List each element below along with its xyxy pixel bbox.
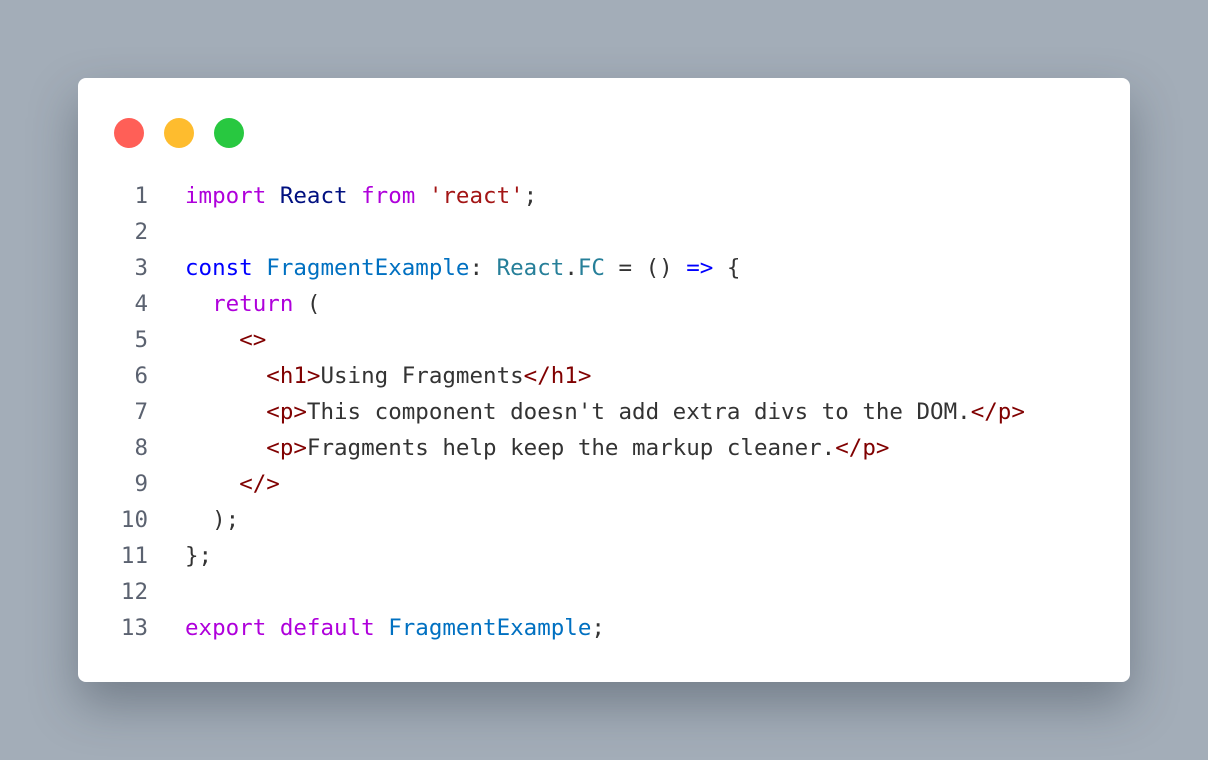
close-button[interactable] <box>114 118 144 148</box>
code-line: 3 const FragmentExample: React.FC = () =>… <box>78 250 1130 286</box>
code-text: <> <box>185 322 266 358</box>
code-token-keyword: default <box>279 615 375 641</box>
code-token-keyword: return <box>212 291 294 317</box>
code-token-function-name: FragmentExample <box>266 255 470 281</box>
code-line: 9 </> <box>78 466 1130 502</box>
code-token-text: This component doesn't add extra divs to… <box>306 399 971 425</box>
code-token-tag: <> <box>239 327 267 353</box>
code-token-keyword: export <box>185 615 267 641</box>
code-text: }; <box>185 538 212 574</box>
code-token-tag: <h1> <box>266 363 321 389</box>
line-number: 8 <box>134 435 148 461</box>
code-token-keyword: from <box>361 183 416 209</box>
code-token-type: React <box>496 255 565 281</box>
code-text: return ( <box>185 286 320 322</box>
line-number: 6 <box>134 363 148 389</box>
code-line: 2 <box>78 214 1130 250</box>
line-number: 5 <box>134 327 148 353</box>
code-line: 1 import React from 'react'; <box>78 178 1130 214</box>
code-text: const FragmentExample: React.FC = () => … <box>185 250 740 286</box>
code-token-tag: <p> <box>266 399 307 425</box>
line-number: 7 <box>134 399 148 425</box>
code-line: 13 export default FragmentExample; <box>78 610 1130 646</box>
window-controls <box>114 118 244 148</box>
code-line: 5 <> <box>78 322 1130 358</box>
code-text: <h1>Using Fragments</h1> <box>185 358 591 394</box>
code-token-text: ; <box>591 615 605 641</box>
line-number: 4 <box>134 291 148 317</box>
code-token-storage: const <box>185 255 253 281</box>
line-number: 10 <box>120 507 148 533</box>
code-token-tag: </p> <box>970 399 1025 425</box>
code-token-text: }; <box>185 543 213 569</box>
code-token-tag: </p> <box>835 435 890 461</box>
code-line: 12 <box>78 574 1130 610</box>
maximize-button[interactable] <box>214 118 244 148</box>
code-block: 1 import React from 'react'; 2 3 const Fragm… <box>78 178 1130 646</box>
minimize-button[interactable] <box>164 118 194 148</box>
code-text: ); <box>185 502 239 538</box>
code-token-text: Fragments help keep the markup cleaner. <box>306 435 836 461</box>
code-text: <p>Fragments help keep the markup cleane… <box>185 430 889 466</box>
line-number: 3 <box>134 255 148 281</box>
code-line: 11}; <box>78 538 1130 574</box>
code-token-text: . <box>564 255 578 281</box>
line-number: 12 <box>120 579 148 605</box>
code-token-text: = () <box>604 255 687 281</box>
code-token-tag: <p> <box>266 435 307 461</box>
code-token-tag: </h1> <box>523 363 592 389</box>
code-token-text: : <box>469 255 497 281</box>
code-token-string: 'react' <box>428 183 524 209</box>
code-token-storage: => <box>686 255 714 281</box>
code-token-keyword: import <box>185 183 267 209</box>
code-text: import React from 'react'; <box>185 178 537 214</box>
code-token-text: ( <box>293 291 321 317</box>
code-line: 10 ); <box>78 502 1130 538</box>
line-number: 11 <box>120 543 148 569</box>
code-token-identifier: React <box>279 183 348 209</box>
code-text: </> <box>185 466 280 502</box>
code-line: 8 <p>Fragments help keep the markup clea… <box>78 430 1130 466</box>
code-line: 4 return ( <box>78 286 1130 322</box>
code-line: 6 <h1>Using Fragments</h1> <box>78 358 1130 394</box>
line-number: 1 <box>134 183 148 209</box>
code-token-text: ; <box>523 183 538 209</box>
code-token-text: { <box>713 255 741 281</box>
code-window: 1 import React from 'react'; 2 3 const Fragm… <box>78 78 1130 682</box>
line-number: 9 <box>134 471 148 497</box>
line-number: 2 <box>134 219 148 245</box>
code-text: export default FragmentExample; <box>185 610 605 646</box>
code-token-text: ); <box>185 507 240 533</box>
code-token-text: Using Fragments <box>320 363 524 389</box>
code-token-tag: </> <box>239 471 280 497</box>
code-token-type: FC <box>577 255 605 281</box>
code-text: <p>This component doesn't add extra divs… <box>185 394 1025 430</box>
code-line: 7 <p>This component doesn't add extra di… <box>78 394 1130 430</box>
code-token-function-name: FragmentExample <box>388 615 592 641</box>
line-number: 13 <box>120 615 148 641</box>
